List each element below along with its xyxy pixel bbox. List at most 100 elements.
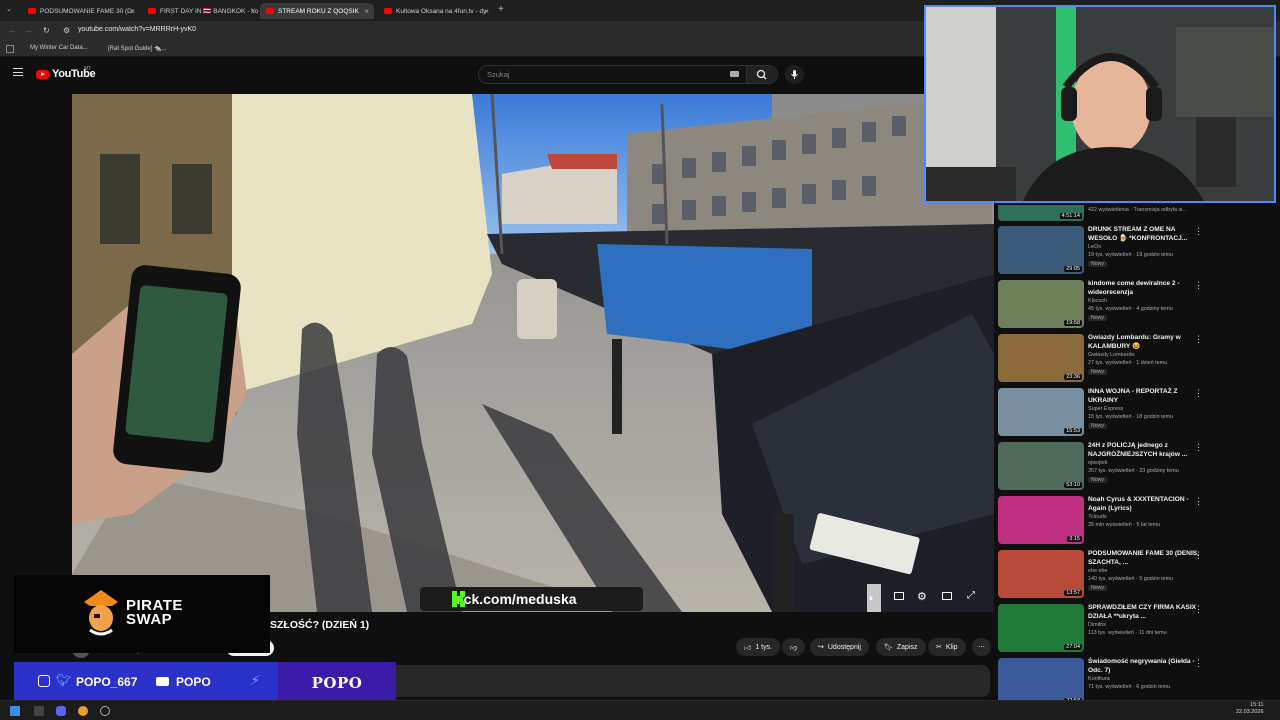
recommendation-channel[interactable]: Super Express (1088, 406, 1123, 412)
tab-search-icon[interactable]: ⌄ (6, 5, 12, 13)
url-text[interactable]: youtube.com/watch?v=MRRRrH-yvK0 (78, 26, 196, 33)
recommendation-title[interactable]: 24H z POLICJĄ jednego z NAJGROŹNIEJSZYCH… (1088, 442, 1206, 459)
recommendation-title[interactable]: Gwiazdy Lombardu: Gramy w KALAMBURY 😆 (1088, 334, 1206, 351)
subtitles-icon[interactable] (894, 592, 904, 600)
taskbar-time: 15:11 (1250, 702, 1264, 708)
clip-button[interactable]: ✂ Klip (928, 638, 966, 656)
webcam-feed (926, 7, 1274, 201)
bookmark-item[interactable]: My Winter Car Data... (30, 45, 88, 51)
browser-tab[interactable]: Kultowa Oksana na 4fun.tv - dy × (378, 3, 494, 19)
site-info-icon[interactable]: ⚙ (63, 26, 70, 35)
recommendation-thumbnail[interactable]: 53:10 (998, 442, 1084, 490)
more-options-icon[interactable]: ⋮ (1194, 442, 1203, 453)
more-options-icon[interactable]: ⋮ (1194, 550, 1203, 561)
recommendation-item[interactable]: 3:15 Noah Cyrus & XXXTENTACION - Again (L… (998, 496, 1208, 548)
search-input[interactable]: Szukaj (478, 65, 748, 84)
recommendation-thumbnail[interactable]: 22:58 (998, 658, 1084, 706)
discord-icon[interactable] (56, 706, 66, 716)
recommendation-channel[interactable]: Klocuch (1088, 298, 1107, 304)
more-options-icon[interactable]: ⋮ (1194, 496, 1203, 507)
video-player[interactable]: ⏸ ⚙ ⤢ (72, 94, 994, 612)
save-button[interactable]: 🔖︎ Zapisz (876, 638, 926, 656)
settings-gear-icon[interactable]: ⚙ (917, 590, 927, 603)
search-button[interactable] (746, 65, 778, 84)
recommendation-title[interactable]: INNA WOJNA - REPORTAŻ Z UKRAINY (1088, 388, 1206, 405)
miniplayer-icon[interactable] (942, 592, 952, 600)
like-button[interactable]: 👍︎ 1 tys. (736, 638, 781, 656)
recommendation-meta: 27 tys. wyświetleń · 1 dzień temu (1088, 360, 1168, 366)
recommendation-channel[interactable]: 7clouds (1088, 514, 1107, 520)
recommendation-item[interactable]: 27:04 SPRAWDZIŁEM CZY FIRMA KASIX DZIAŁA … (998, 604, 1208, 656)
recommendation-item[interactable]: 13:57 PODSUMOWANIE FAME 30 (DENIS, SZACHT… (998, 550, 1208, 602)
taskbar-clock[interactable]: 15:11 22.03.2026 (1236, 702, 1264, 716)
more-options-icon[interactable]: ⋮ (1194, 280, 1203, 291)
save-label: Zapisz (896, 643, 918, 651)
recommendation-channel[interactable]: Gwiazdy Lombardu (1088, 352, 1134, 358)
forward-icon[interactable]: → (25, 26, 33, 35)
more-options-icon[interactable]: ⋮ (1194, 658, 1203, 669)
more-options-icon[interactable]: ⋮ (1194, 604, 1203, 615)
recommendation-thumbnail[interactable]: 13:57 (998, 550, 1084, 598)
recommendation-thumbnail[interactable]: 23:36 (998, 334, 1084, 382)
keyboard-icon[interactable] (730, 71, 739, 77)
browser-tab[interactable]: FIRST DAY IN 🇹🇭 BANGKOK - Yo × (142, 3, 260, 19)
windows-start-icon[interactable] (10, 706, 20, 716)
close-icon[interactable]: × (484, 7, 489, 16)
share-button[interactable]: ↪ Udostępnij (810, 638, 869, 656)
recommendation-channel[interactable]: ojwojtek (1088, 460, 1107, 466)
recommendation-thumbnail[interactable]: 3:15 (998, 496, 1084, 544)
more-options-icon[interactable]: ⋮ (1194, 388, 1203, 399)
recommendation-item[interactable]: 19:58 kindome come dewiralnce 2 - wideore… (998, 280, 1208, 332)
bookmark-item[interactable]: [Rat Spot Guide] 🐀... (108, 45, 167, 52)
recommendation-title[interactable]: Noah Cyrus & XXXTENTACION - Again (Lyric… (1088, 496, 1206, 513)
webcam-overlay (924, 5, 1276, 203)
recommendation-title[interactable]: kindome come dewiralnce 2 - wideorecenzj… (1088, 280, 1206, 297)
recommendation-title[interactable]: SPRAWDZIŁEM CZY FIRMA KASIX DZIAŁA **ukr… (1088, 604, 1206, 621)
microphone-button[interactable] (785, 65, 804, 84)
youtube-icon (156, 677, 169, 686)
microphone-icon (791, 70, 798, 79)
fullscreen-icon[interactable]: ⤢ (967, 590, 975, 601)
recommendation-channel[interactable]: LeOo (1088, 244, 1101, 250)
share-label: Udostępnij (827, 643, 861, 651)
browser-tab-active[interactable]: STREAM ROKU Z QOQSIK × (260, 3, 374, 19)
dislike-button[interactable]: 👎︎ (782, 638, 806, 656)
recommendation-thumbnail[interactable]: 29:05 (998, 226, 1084, 274)
recommendation-title[interactable]: Świadomość negrywania (Giełda - Odc. 7) (1088, 658, 1206, 675)
reload-icon[interactable]: ↻ (43, 26, 50, 35)
browser-tab[interactable]: PODSUMOWANIE FAME 30 (D: × (22, 3, 140, 19)
recommendation-thumbnail[interactable]: 15:53 (998, 388, 1084, 436)
recommendation-thumbnail-partial[interactable]: 4:51:14 (998, 205, 1084, 221)
recommendation-thumbnail[interactable]: 27:04 (998, 604, 1084, 652)
recommendation-item[interactable]: 15:53 INNA WOJNA - REPORTAŻ Z UKRAINY Supe… (998, 388, 1208, 440)
recommendation-channel[interactable]: Konfitura (1088, 676, 1110, 682)
recommendation-channel[interactable]: ebe ebe (1088, 568, 1108, 574)
scissors-icon: ✂ (936, 644, 942, 651)
taskbar-app-icon[interactable] (34, 706, 44, 716)
recommendation-title[interactable]: DRUNK STREAM Z OME NA WESOŁO 🍺 *KONFRONT… (1088, 226, 1206, 243)
autoplay-toggle-icon[interactable]: ⏸ (869, 594, 873, 604)
new-tab-icon[interactable]: + (498, 4, 504, 15)
more-options-icon[interactable]: ⋮ (1194, 334, 1203, 345)
youtube-favicon-icon (148, 8, 156, 14)
windows-taskbar (0, 700, 1280, 720)
social-handle: POPO_667 (76, 675, 138, 689)
menu-icon[interactable] (13, 68, 23, 76)
more-actions-button[interactable]: ⋯ (972, 638, 991, 656)
recommendation-title[interactable]: PODSUMOWANIE FAME 30 (DENIS, SZACHTA, ..… (1088, 550, 1206, 567)
close-icon[interactable]: × (250, 7, 255, 16)
recommendation-thumbnail[interactable]: 19:58 (998, 280, 1084, 328)
recommendation-item[interactable]: 29:05 DRUNK STREAM Z OME NA WESOŁO 🍺 *KON… (998, 226, 1208, 278)
close-icon[interactable]: × (364, 7, 369, 16)
recommendation-item[interactable]: 23:36 Gwiazdy Lombardu: Gramy w KALAMBURY… (998, 334, 1208, 386)
obs-icon[interactable] (100, 706, 110, 716)
youtube-channel-name: POPO (176, 675, 211, 689)
chrome-icon[interactable] (78, 706, 88, 716)
more-options-icon[interactable]: ⋮ (1194, 226, 1203, 237)
recommendation-item[interactable]: 53:10 24H z POLICJĄ jednego z NAJGROŹNIEJ… (998, 442, 1208, 494)
apps-icon[interactable] (6, 45, 14, 53)
back-icon[interactable]: ← (8, 26, 16, 35)
tab-label: PODSUMOWANIE FAME 30 (D: (40, 7, 134, 15)
close-icon[interactable]: × (130, 7, 135, 16)
recommendation-channel[interactable]: Dimitris (1088, 622, 1106, 628)
